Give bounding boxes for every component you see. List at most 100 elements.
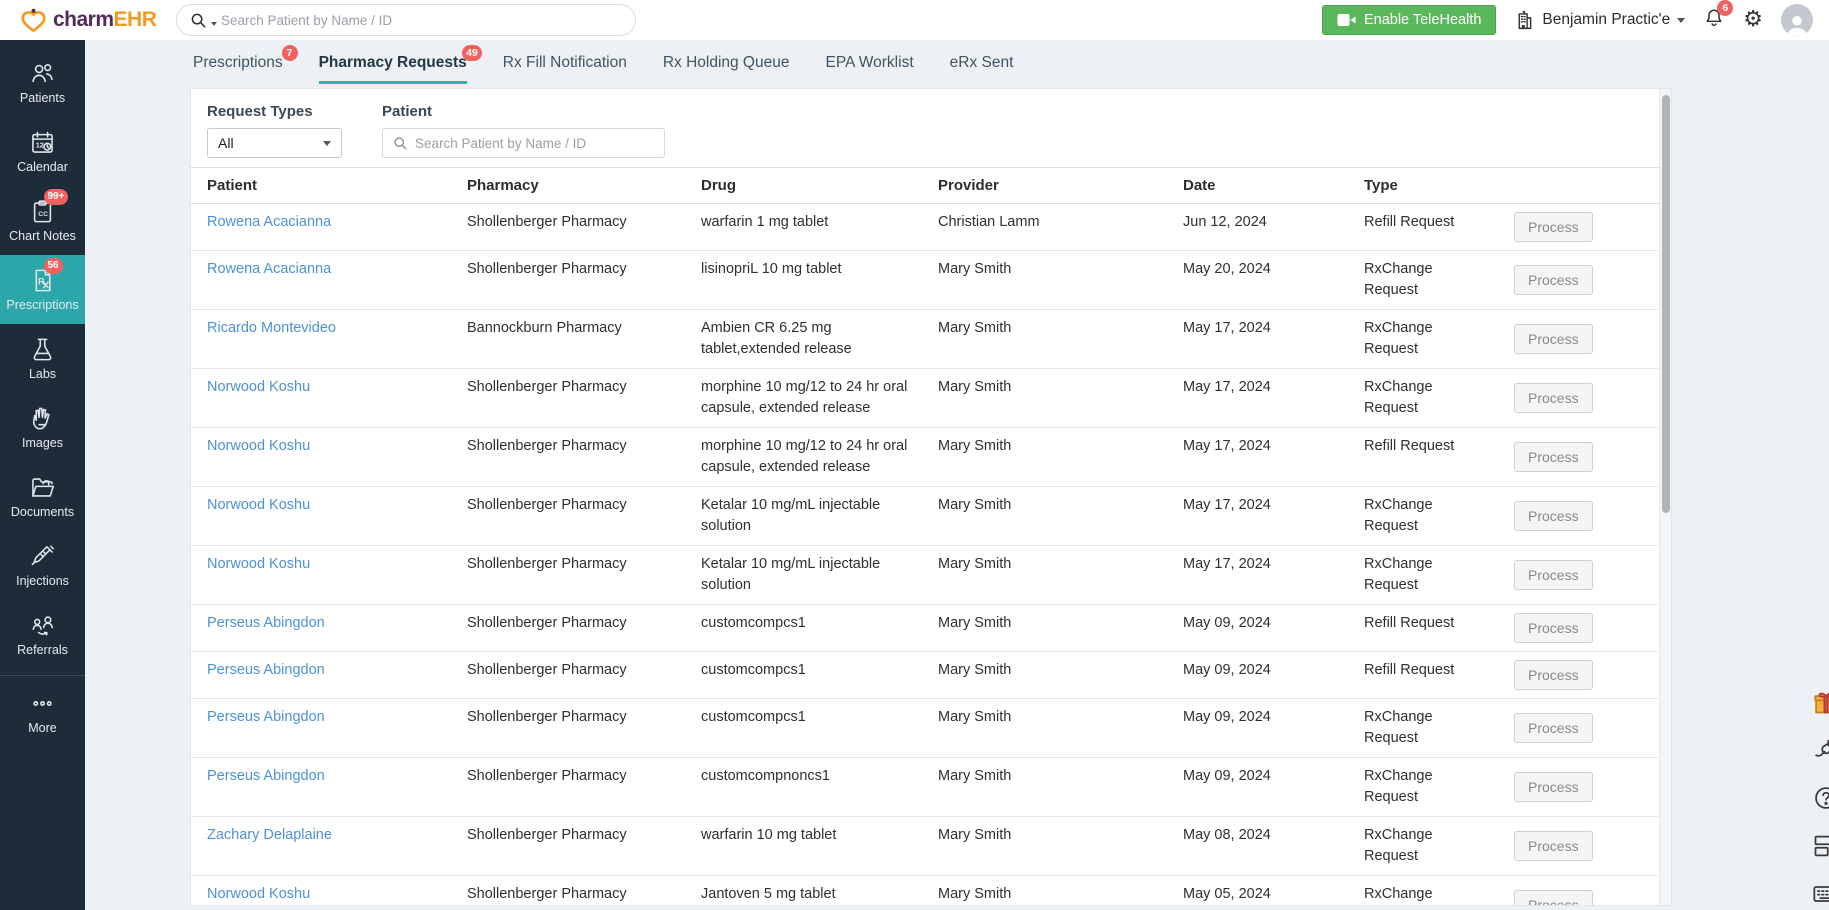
- chart-notes-icon: CC99+: [29, 197, 57, 225]
- patient-cell: Ricardo Montevideo: [191, 310, 451, 368]
- action-cell: Process: [1498, 699, 1659, 757]
- provider-cell: Mary Smith: [922, 546, 1167, 604]
- process-button[interactable]: Process: [1514, 613, 1593, 643]
- labs-icon: [29, 335, 57, 363]
- provider-cell: Mary Smith: [922, 758, 1167, 816]
- tab-pharmacy-requests[interactable]: Pharmacy Requests49: [319, 54, 467, 84]
- patient-link[interactable]: Zachary Delaplaine: [207, 827, 332, 843]
- patient-link[interactable]: Rowena Acacianna: [207, 261, 331, 277]
- table-row: Perseus AbingdonShollenberger Pharmacycu…: [191, 652, 1661, 699]
- tab-erx-sent[interactable]: eRx Sent: [950, 54, 1014, 81]
- drug-cell: morphine 10 mg/12 to 24 hr oral capsule,…: [685, 369, 922, 427]
- pharmacy-cell: Shollenberger Pharmacy: [451, 817, 685, 875]
- patient-link[interactable]: Norwood Koshu: [207, 556, 310, 572]
- sidebar-item-patients[interactable]: Patients: [0, 48, 85, 117]
- process-button[interactable]: Process: [1514, 324, 1593, 354]
- process-button[interactable]: Process: [1514, 442, 1593, 472]
- provider-cell: Mary Smith: [922, 817, 1167, 875]
- prescriptions-icon: R56: [29, 266, 57, 294]
- request-types-value: All: [218, 135, 234, 151]
- request-types-select[interactable]: All: [207, 128, 342, 158]
- practice-switcher[interactable]: Benjamin Practic'e: [1514, 10, 1685, 31]
- scrollbar-thumb[interactable]: [1662, 95, 1670, 513]
- patient-link[interactable]: Norwood Koshu: [207, 886, 310, 902]
- patient-link[interactable]: Perseus Abingdon: [207, 615, 325, 631]
- date-cell: May 20, 2024: [1167, 251, 1348, 309]
- patient-link[interactable]: Norwood Koshu: [207, 497, 310, 513]
- pharmacy-cell: Shollenberger Pharmacy: [451, 428, 685, 486]
- patient-cell: Norwood Koshu: [191, 369, 451, 427]
- drug-cell: customcompnoncs1: [685, 758, 922, 816]
- action-cell: Process: [1498, 652, 1659, 698]
- layout-icon[interactable]: [1812, 832, 1829, 860]
- patient-link[interactable]: Perseus Abingdon: [207, 709, 325, 725]
- provider-cell: Mary Smith: [922, 487, 1167, 545]
- notification-badge: 6: [1717, 0, 1733, 16]
- tab-rx-fill-notification[interactable]: Rx Fill Notification: [503, 54, 627, 81]
- date-cell: May 09, 2024: [1167, 699, 1348, 757]
- tab-epa-worklist[interactable]: EPA Worklist: [825, 54, 913, 81]
- sidebar-item-label: Images: [22, 437, 63, 450]
- patient-search-input[interactable]: [415, 136, 655, 151]
- patient-link[interactable]: Perseus Abingdon: [207, 768, 325, 784]
- keyboard-icon[interactable]: [1812, 880, 1829, 908]
- date-cell: May 17, 2024: [1167, 369, 1348, 427]
- patient-filter-search[interactable]: [382, 128, 665, 158]
- sidebar-item-more[interactable]: More: [0, 678, 85, 747]
- table-row: Norwood KoshuShollenberger PharmacyJanto…: [191, 876, 1661, 906]
- pharmacy-cell: Shollenberger Pharmacy: [451, 487, 685, 545]
- sidebar-item-documents[interactable]: Documents: [0, 462, 85, 531]
- process-button[interactable]: Process: [1514, 831, 1593, 861]
- drug-cell: customcompcs1: [685, 652, 922, 698]
- sidebar-item-prescriptions[interactable]: R56Prescriptions: [0, 255, 85, 324]
- patient-link[interactable]: Perseus Abingdon: [207, 662, 325, 678]
- search-scope-caret-icon[interactable]: [211, 22, 217, 26]
- provider-cell: Mary Smith: [922, 310, 1167, 368]
- sidebar-item-referrals[interactable]: Referrals: [0, 600, 85, 669]
- process-button[interactable]: Process: [1514, 713, 1593, 743]
- pharmacy-cell: Shollenberger Pharmacy: [451, 699, 685, 757]
- process-button[interactable]: Process: [1514, 890, 1593, 906]
- patient-cell: Norwood Koshu: [191, 876, 451, 906]
- patient-filter: Patient: [382, 103, 665, 158]
- patient-cell: Rowena Acacianna: [191, 251, 451, 309]
- tab-label: Pharmacy Requests: [319, 54, 467, 71]
- provider-cell: Mary Smith: [922, 699, 1167, 757]
- sidebar-item-images[interactable]: Images: [0, 393, 85, 462]
- table-row: Perseus AbingdonShollenberger Pharmacycu…: [191, 758, 1661, 817]
- gift-icon[interactable]: [1812, 688, 1829, 716]
- sidebar-item-labs[interactable]: Labs: [0, 324, 85, 393]
- date-cell: May 08, 2024: [1167, 817, 1348, 875]
- sidebar-item-label: Labs: [29, 368, 56, 381]
- process-button[interactable]: Process: [1514, 383, 1593, 413]
- global-patient-search[interactable]: [176, 4, 636, 36]
- patient-link[interactable]: Norwood Koshu: [207, 438, 310, 454]
- documents-icon: [29, 473, 57, 501]
- action-cell: Process: [1498, 204, 1659, 250]
- drug-cell: Jantoven 5 mg tablet: [685, 876, 922, 906]
- notifications-button[interactable]: 6: [1703, 7, 1725, 34]
- process-button[interactable]: Process: [1514, 212, 1593, 242]
- patient-cell: Perseus Abingdon: [191, 652, 451, 698]
- patient-link[interactable]: Norwood Koshu: [207, 379, 310, 395]
- global-search-input[interactable]: [221, 13, 623, 28]
- patient-link[interactable]: Rowena Acacianna: [207, 214, 331, 230]
- sidebar-item-injections[interactable]: Injections: [0, 531, 85, 600]
- avatar[interactable]: [1781, 4, 1813, 36]
- plug-icon[interactable]: [1812, 736, 1829, 764]
- process-button[interactable]: Process: [1514, 660, 1593, 690]
- process-button[interactable]: Process: [1514, 265, 1593, 295]
- process-button[interactable]: Process: [1514, 772, 1593, 802]
- process-button[interactable]: Process: [1514, 501, 1593, 531]
- enable-telehealth-button[interactable]: Enable TeleHealth: [1322, 5, 1496, 35]
- process-button[interactable]: Process: [1514, 560, 1593, 590]
- gear-icon[interactable]: ⚙: [1743, 9, 1763, 31]
- tab-prescriptions[interactable]: Prescriptions7: [193, 54, 283, 81]
- sidebar-item-calendar[interactable]: 12Calendar: [0, 117, 85, 186]
- help-icon[interactable]: [1812, 784, 1829, 812]
- sidebar-item-chart-notes[interactable]: CC99+Chart Notes: [0, 186, 85, 255]
- vertical-scrollbar[interactable]: [1659, 89, 1671, 906]
- tab-rx-holding-queue[interactable]: Rx Holding Queue: [663, 54, 790, 81]
- action-cell: Process: [1498, 876, 1659, 906]
- patient-link[interactable]: Ricardo Montevideo: [207, 320, 336, 336]
